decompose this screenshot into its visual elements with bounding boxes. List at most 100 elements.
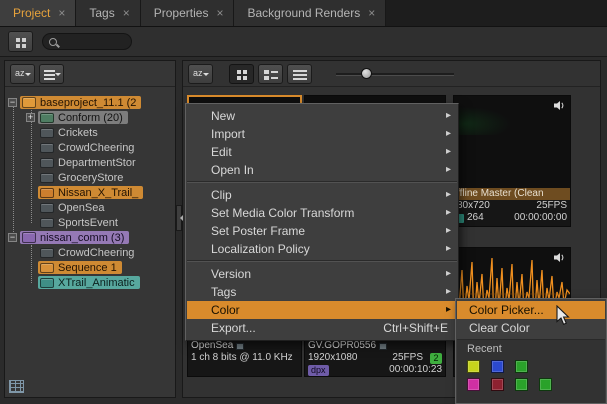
project-tree: − baseproject_11.1 (2 + Conform (20)	[5, 87, 175, 397]
recent-color-swatch[interactable]	[491, 360, 504, 373]
tree-item-chip: Nissan_X_Trail_	[38, 186, 143, 199]
tree-item-label: DepartmentStor	[58, 157, 136, 169]
context-menu-item[interactable]: Set Media Color Transform ▸	[187, 204, 457, 222]
recent-color-swatch[interactable]	[467, 360, 480, 373]
tree-item-label: CrowdCheering	[58, 142, 134, 154]
tab-close-icon[interactable]: ×	[58, 8, 65, 18]
menu-item-label: Export...	[211, 321, 256, 335]
tree-item[interactable]: OpenSea	[5, 200, 175, 215]
menu-item-label: Open In	[211, 163, 254, 177]
context-menu: New ▸ Import ▸ Edit ▸ Open In ▸	[185, 103, 459, 341]
tree-item-icon	[40, 158, 54, 168]
sort-az-button[interactable]	[10, 64, 35, 84]
context-menu-item[interactable]: ▸	[187, 179, 457, 186]
clip-card-offline-master[interactable]: ffline Master (Clean 80x720 25FPS 264 00…	[453, 95, 571, 227]
speaker-icon	[553, 100, 566, 111]
clip-codec-line: 264 00:00:00:00	[454, 212, 570, 224]
context-menu-item[interactable]: Tags ▸	[187, 283, 457, 301]
speaker-icon	[553, 252, 566, 263]
recent-color-swatch[interactable]	[491, 378, 504, 391]
tab[interactable]: Project ×	[0, 0, 76, 26]
submenu-item[interactable]: Color Picker...	[457, 301, 605, 319]
submenu-item[interactable]: Clear Color	[457, 319, 605, 337]
context-menu-item[interactable]: Color ▸	[187, 301, 457, 319]
menu-item-label: Edit	[211, 145, 232, 159]
tree-item[interactable]: Crickets	[5, 125, 175, 140]
view-thumblist-button[interactable]	[258, 64, 283, 84]
menu-item-label: Clip	[211, 188, 232, 202]
context-menu-item[interactable]: ▸	[187, 258, 457, 265]
context-menu-item[interactable]: Edit ▸	[187, 143, 457, 161]
tree-item[interactable]: − nissan_comm (3)	[5, 230, 175, 245]
clip-thumbnail	[454, 96, 570, 188]
tab-close-icon[interactable]: ×	[368, 8, 375, 18]
tree-item-icon	[22, 97, 36, 108]
submenu-arrow-icon: ▸	[446, 268, 451, 279]
tree-item-chip: Crickets	[38, 126, 103, 139]
thumbnail-size-slider[interactable]	[336, 67, 454, 81]
search-input[interactable]	[42, 33, 132, 50]
clip-resolution-line: 80x720 25FPS	[454, 200, 570, 212]
sort-az-button[interactable]	[188, 64, 213, 84]
tree-item[interactable]: + Conform (20)	[5, 110, 175, 125]
tab[interactable]: Tags ×	[76, 0, 140, 26]
tree-expander-icon[interactable]: −	[8, 98, 17, 107]
application-window: Project × Tags × Properties × Background…	[0, 0, 607, 404]
panel-splitter-collapse[interactable]	[176, 205, 182, 231]
context-menu-item[interactable]: Version ▸	[187, 265, 457, 283]
view-thumbnails-button[interactable]	[229, 64, 254, 84]
recent-color-swatch[interactable]	[539, 378, 552, 391]
layout-grid-button[interactable]	[8, 31, 33, 52]
tree-item[interactable]: GroceryStore	[5, 170, 175, 185]
tree-item-chip: DepartmentStor	[38, 156, 141, 169]
recent-color-swatch[interactable]	[515, 378, 528, 391]
context-menu-item[interactable]: Localization Policy ▸	[187, 240, 457, 258]
tree-item[interactable]: Sequence 1	[5, 260, 175, 275]
bin-panel-header	[183, 61, 600, 87]
spreadsheet-icon[interactable]	[9, 380, 24, 393]
tree-item-icon	[40, 113, 54, 123]
tree-expander-icon[interactable]: +	[26, 113, 35, 122]
tree-item[interactable]: CrowdCheering	[5, 245, 175, 260]
tab-close-icon[interactable]: ×	[123, 8, 130, 18]
context-menu-item[interactable]: Set Poster Frame ▸	[187, 222, 457, 240]
tree-item-label: CrowdCheering	[58, 247, 134, 259]
submenu-arrow-icon: ▸	[446, 128, 451, 139]
tab-close-icon[interactable]: ×	[216, 8, 223, 18]
project-tree-panel: − baseproject_11.1 (2 + Conform (20)	[4, 60, 176, 398]
tab[interactable]: Properties ×	[141, 0, 235, 26]
tree-item-icon	[40, 173, 54, 183]
tree-item-label: OpenSea	[58, 202, 104, 214]
context-menu-item[interactable]: Open In ▸	[187, 161, 457, 179]
tree-item-label: baseproject_11.1 (2	[40, 97, 136, 109]
tree-item[interactable]: XTrail_Animatic	[5, 275, 175, 290]
context-menu-item[interactable]: Export... Ctrl+Shift+E ▸	[187, 319, 457, 337]
tree-item[interactable]: DepartmentStor	[5, 155, 175, 170]
menu-item-label: New	[211, 109, 235, 123]
sort-order-button[interactable]	[39, 64, 64, 84]
tree-item[interactable]: CrowdCheering	[5, 140, 175, 155]
tree-item[interactable]: Nissan_X_Trail_	[5, 185, 175, 200]
context-menu-item[interactable]: Import ▸	[187, 125, 457, 143]
tab-label: Tags	[89, 6, 114, 20]
media-indicator-icon	[379, 343, 387, 350]
search-icon	[49, 38, 57, 46]
tree-item[interactable]: − baseproject_11.1 (2	[5, 95, 175, 110]
view-list-button[interactable]	[287, 64, 312, 84]
tree-item-chip: nissan_comm (3)	[20, 231, 129, 244]
tree-expander-icon[interactable]: −	[8, 233, 17, 242]
tree-item-label: Nissan_X_Trail_	[58, 187, 138, 199]
clip-resolution: 1920x1080	[308, 352, 358, 364]
context-menu-item[interactable]: New ▸	[187, 107, 457, 125]
context-menu-item[interactable]: Clip ▸	[187, 186, 457, 204]
menu-item-label: Set Media Color Transform	[211, 206, 354, 220]
recent-color-swatch[interactable]	[467, 378, 480, 391]
slider-handle[interactable]	[361, 68, 372, 79]
tree-item-chip: baseproject_11.1 (2	[20, 96, 141, 109]
tab[interactable]: Background Renders ×	[234, 0, 386, 26]
tree-item-chip: XTrail_Animatic	[38, 276, 140, 289]
submenu-arrow-icon: ▸	[446, 189, 451, 200]
recent-color-swatch[interactable]	[515, 360, 528, 373]
clip-codec: 264	[467, 212, 484, 224]
tree-item[interactable]: SportsEvent	[5, 215, 175, 230]
